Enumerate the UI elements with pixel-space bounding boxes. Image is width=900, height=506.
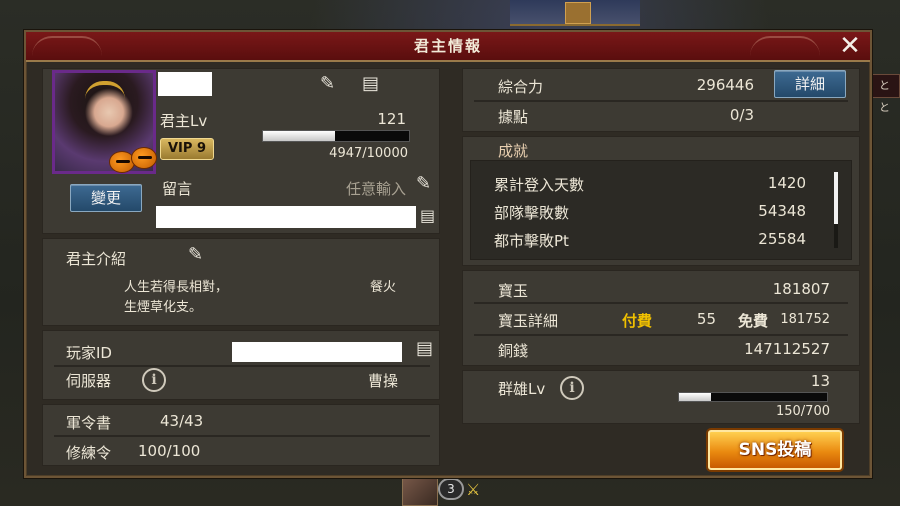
free-label: 免費 bbox=[738, 312, 769, 330]
paid-value: 55 bbox=[696, 310, 716, 328]
player-id-redacted bbox=[232, 342, 402, 362]
copper-value: 147112527 bbox=[744, 340, 830, 358]
title-ornament-right bbox=[750, 36, 820, 56]
lord-name-redacted bbox=[158, 72, 212, 96]
power-details-button[interactable]: 詳細 bbox=[774, 70, 846, 98]
orders-divider bbox=[54, 435, 430, 437]
message-placeholder: 任意輸入 bbox=[345, 180, 406, 198]
currency-divider-2 bbox=[474, 334, 848, 336]
title-ornament-left bbox=[32, 36, 102, 56]
achievement-row-label: 累計登入天數 bbox=[494, 176, 585, 194]
achievement-row-label: 都市擊敗Pt bbox=[494, 232, 569, 250]
intro-label: 君主介紹 bbox=[66, 250, 127, 268]
hero-level-value: 13 bbox=[810, 372, 830, 390]
sword-icon: ⚔ bbox=[466, 480, 481, 499]
vip-badge[interactable]: VIP 9 bbox=[160, 138, 214, 160]
sns-post-button[interactable]: SNS投稿 bbox=[708, 430, 842, 470]
achievement-row-value: 25584 bbox=[758, 230, 806, 248]
edit-name-icon[interactable]: ✎ bbox=[320, 75, 335, 93]
army-order-label: 軍令書 bbox=[66, 414, 112, 432]
server-label: 伺服器 bbox=[66, 372, 112, 390]
lord-exp-fill bbox=[263, 131, 336, 141]
copy-id-icon[interactable]: ▤ bbox=[416, 340, 433, 358]
intro-line-1-right: 餐火 bbox=[370, 280, 397, 295]
hero-exp-bar bbox=[678, 392, 828, 402]
gem-value: 181807 bbox=[772, 280, 830, 298]
crown-decoration bbox=[85, 81, 125, 99]
server-value: 曹操 bbox=[368, 372, 399, 390]
close-icon[interactable]: ✕ bbox=[838, 33, 864, 60]
message-history-icon[interactable]: ▤ bbox=[420, 208, 435, 224]
hero-info-icon[interactable]: i bbox=[560, 376, 584, 400]
lord-exp-text: 4947/10000 bbox=[329, 146, 408, 161]
server-info-icon[interactable]: i bbox=[142, 368, 166, 392]
pumpkin-icon bbox=[131, 147, 157, 169]
background-tower bbox=[565, 2, 591, 24]
gem-label: 寶玉 bbox=[498, 282, 529, 300]
achievement-row-label: 部隊擊敗數 bbox=[494, 204, 570, 222]
train-order-label: 修練令 bbox=[66, 444, 112, 462]
copy-icon[interactable]: ▤ bbox=[362, 75, 379, 93]
lord-info-dialog: 君主情報 ✕ ✎ ▤ 君主Lv 121 VIP 9 4947/10000 變更 … bbox=[24, 30, 872, 478]
edit-message-icon[interactable]: ✎ bbox=[416, 175, 431, 193]
change-avatar-button[interactable]: 變更 bbox=[70, 184, 142, 212]
achievements-label: 成就 bbox=[498, 142, 529, 160]
lord-exp-bar bbox=[262, 130, 410, 142]
achievement-row-value: 54348 bbox=[758, 202, 806, 220]
lord-avatar[interactable] bbox=[52, 70, 157, 174]
hero-level-label: 群雄Lv bbox=[498, 380, 546, 398]
free-value: 181752 bbox=[780, 312, 830, 327]
currency-divider-1 bbox=[474, 302, 848, 304]
message-input[interactable] bbox=[156, 206, 416, 228]
dialog-title: 君主情報 bbox=[413, 37, 482, 55]
player-id-label: 玩家ID bbox=[66, 344, 112, 362]
achievements-scroll-thumb[interactable] bbox=[834, 172, 838, 224]
hero-exp-text: 150/700 bbox=[775, 404, 830, 419]
gem-detail-label: 寶玉詳細 bbox=[498, 312, 559, 330]
message-label: 留言 bbox=[162, 180, 193, 198]
lord-level-value: 121 bbox=[377, 110, 406, 128]
train-order-value: 100/100 bbox=[138, 442, 201, 460]
background-unit-avatar bbox=[402, 474, 438, 506]
intro-line-2: 生煙草化支。 bbox=[124, 300, 203, 315]
base-value: 0/3 bbox=[729, 106, 754, 124]
copper-label: 銅錢 bbox=[498, 342, 529, 360]
achievement-row-value: 1420 bbox=[767, 174, 806, 192]
power-value: 296446 bbox=[696, 76, 754, 94]
background-unit-badge: 3 bbox=[438, 478, 464, 500]
lord-level-label: 君主Lv bbox=[160, 112, 208, 130]
background-side-tab[interactable]: とと bbox=[872, 74, 900, 114]
dialog-title-bar: 君主情報 ✕ bbox=[26, 32, 870, 62]
power-divider bbox=[474, 100, 848, 102]
achievements-scrollbar[interactable] bbox=[834, 172, 838, 248]
intro-line-1: 人生若得長相對， bbox=[124, 280, 229, 295]
edit-intro-icon[interactable]: ✎ bbox=[188, 246, 203, 264]
base-label: 據點 bbox=[498, 108, 529, 126]
paid-label: 付費 bbox=[622, 312, 653, 330]
power-label: 綜合力 bbox=[498, 78, 544, 96]
player-divider bbox=[54, 365, 430, 367]
hero-exp-fill bbox=[679, 393, 711, 401]
army-order-value: 43/43 bbox=[160, 412, 204, 430]
